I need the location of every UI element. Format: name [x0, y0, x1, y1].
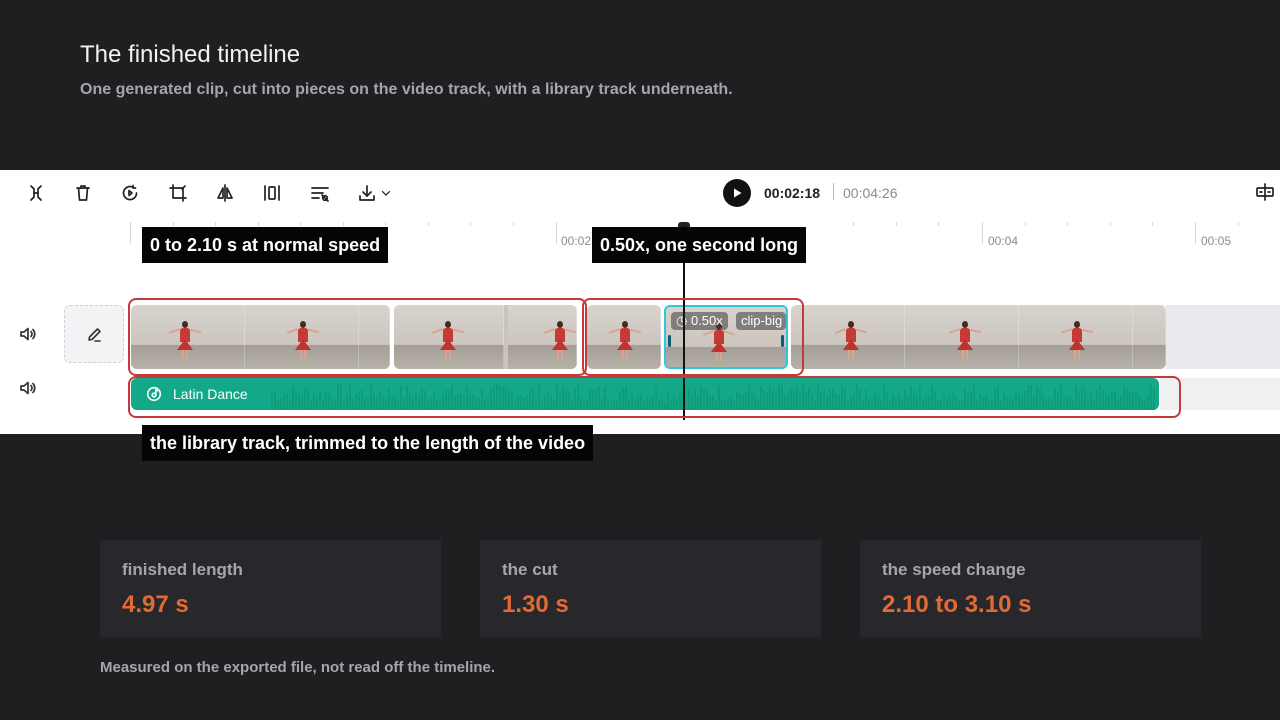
stat-card-cut: the cut 1.30 s: [480, 540, 821, 637]
clip-speed-badge: ◷ 0.50x: [671, 312, 728, 330]
split-icon[interactable]: [24, 181, 48, 205]
video-clip[interactable]: [394, 305, 577, 369]
adjust-icon[interactable]: [308, 181, 332, 205]
time-separator: [833, 183, 834, 200]
callout-library-track: the library track, trimmed to the length…: [142, 425, 594, 461]
download-icon[interactable]: [355, 181, 379, 205]
music-library-icon: [146, 386, 162, 402]
edit-cover-button[interactable]: [64, 305, 124, 363]
audio-clip[interactable]: Latin Dance: [131, 378, 1159, 410]
ruler-label: 00:02: [561, 234, 592, 248]
timeline-editor: 00:02:18 00:04:26 00:02 00:04 00:05 ◷ 0.…: [0, 170, 1280, 434]
delete-icon[interactable]: [71, 181, 95, 205]
footnote: Measured on the exported file, not read …: [100, 659, 496, 676]
play-icon: [734, 188, 742, 198]
timeline-toolbar: 00:02:18 00:04:26: [0, 170, 1280, 216]
stat-value: 2.10 to 3.10 s: [882, 591, 1032, 618]
audio-track-empty-area: [1160, 378, 1280, 410]
ruler-label: 00:05: [1201, 234, 1232, 248]
speed-icon[interactable]: [118, 181, 142, 205]
dropdown-chevron-icon[interactable]: [377, 181, 395, 205]
trim-handle-left[interactable]: [668, 335, 671, 347]
freeze-icon[interactable]: [260, 181, 284, 205]
fit-timeline-icon[interactable]: [1254, 181, 1278, 205]
video-clip[interactable]: [587, 305, 661, 369]
stat-label: the speed change: [882, 560, 1026, 579]
play-button[interactable]: [723, 179, 751, 207]
audio-waveform: [271, 384, 1155, 410]
video-clip[interactable]: [131, 305, 390, 369]
stat-card-speed-change: the speed change 2.10 to 3.10 s: [860, 540, 1201, 637]
flip-icon[interactable]: [213, 181, 237, 205]
clip-name-badge: clip-big: [736, 312, 786, 330]
total-time: 00:04:26: [843, 185, 898, 201]
callout-slow-segment: 0.50x, one second long: [592, 227, 807, 263]
stat-card-finished-length: finished length 4.97 s: [100, 540, 441, 637]
trim-handle-right[interactable]: [781, 335, 784, 347]
page-subtitle: One generated clip, cut into pieces on t…: [80, 81, 733, 98]
video-track-volume-icon[interactable]: [17, 323, 39, 345]
speed-icon: ◷: [676, 313, 688, 328]
stat-value: 1.30 s: [502, 591, 569, 618]
stat-label: the cut: [502, 560, 558, 579]
audio-track-volume-icon[interactable]: [17, 377, 39, 399]
audio-clip-name: Latin Dance: [173, 386, 248, 402]
ruler-label: 00:04: [988, 234, 1019, 248]
video-clip[interactable]: [791, 305, 1166, 369]
stat-label: finished length: [122, 560, 243, 579]
page-title: The finished timeline: [80, 41, 301, 68]
crop-icon[interactable]: [166, 181, 190, 205]
current-time: 00:02:18: [764, 185, 821, 201]
callout-normal-speed: 0 to 2.10 s at normal speed: [142, 227, 389, 263]
stat-value: 4.97 s: [122, 591, 189, 618]
video-track-empty-area: [1166, 305, 1280, 369]
pencil-icon: [87, 327, 101, 342]
